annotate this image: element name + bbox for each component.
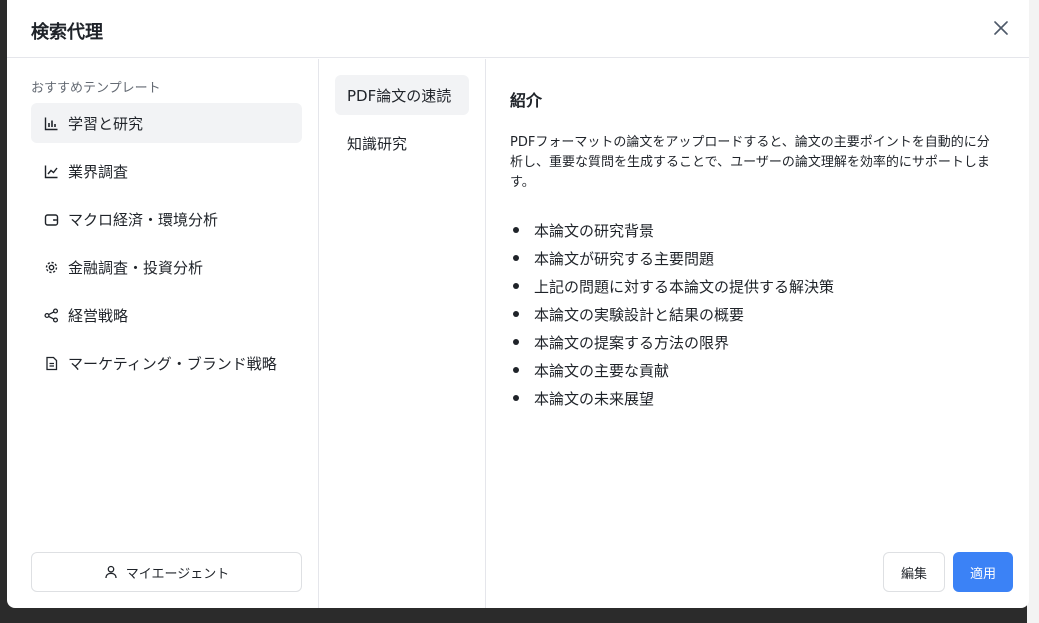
list-item: 上記の問題に対する本論文の提供する解決策 <box>510 272 1010 300</box>
dialog-title: 検索代理 <box>31 22 103 43</box>
category-label: マーケティング・ブランド戦略 <box>68 354 277 373</box>
list-item-text: 本論文の実験設計と結果の概要 <box>534 305 745 324</box>
bullet-icon <box>513 227 519 233</box>
my-agent-button[interactable]: マイエージェント <box>31 552 302 592</box>
category-label: 業界調査 <box>68 162 129 181</box>
list-item: 本論文の主要な貢献 <box>510 356 1010 384</box>
list-item: 本論文の未来展望 <box>510 384 1010 412</box>
bullet-icon <box>513 283 519 289</box>
section-label: おすすめテンプレート <box>31 81 161 96</box>
list-item: 本論文の研究背景 <box>510 216 1010 244</box>
category-item-macro-economy[interactable]: マクロ経済・環境分析 <box>31 199 302 239</box>
my-agent-label: マイエージェント <box>125 566 230 582</box>
bullet-icon <box>513 395 519 401</box>
list-item-text: 本論文が研究する主要問題 <box>534 249 715 268</box>
category-label: 学習と研究 <box>68 114 144 133</box>
line-chart-icon <box>43 163 59 179</box>
wallet-icon <box>43 211 59 227</box>
intro-heading: 紹介 <box>510 91 543 110</box>
category-label: マクロ経済・環境分析 <box>68 210 219 229</box>
template-item-pdf-speed-read[interactable]: PDF論文の速読 <box>335 75 469 115</box>
dialog-header: 検索代理 <box>7 0 1029 58</box>
category-label: 金融調査・投資分析 <box>68 258 204 277</box>
category-item-industry-research[interactable]: 業界調査 <box>31 151 302 191</box>
search-agent-dialog: 検索代理 おすすめテンプレート 学習と研究 業界調査 マクロ経済・環境分析 金融… <box>7 0 1029 608</box>
category-item-marketing-brand[interactable]: マーケティング・ブランド戦略 <box>31 343 302 383</box>
category-label: 経営戦略 <box>68 306 129 325</box>
list-item-text: 本論文の主要な貢献 <box>534 361 670 380</box>
list-item-text: 本論文の提案する方法の限界 <box>534 333 730 352</box>
close-button[interactable] <box>989 16 1013 40</box>
bullet-icon <box>513 367 519 373</box>
list-item-text: 本論文の研究背景 <box>534 221 655 240</box>
bullet-icon <box>513 255 519 261</box>
category-item-finance-investment[interactable]: 金融調査・投資分析 <box>31 247 302 287</box>
feature-list: 本論文の研究背景 本論文が研究する主要問題 上記の問題に対する本論文の提供する解… <box>510 216 1010 412</box>
category-list: 学習と研究 業界調査 マクロ経済・環境分析 金融調査・投資分析 経営戦略 マーケ… <box>31 103 302 391</box>
template-panel: PDF論文の速読 知識研究 <box>319 59 486 608</box>
bar-chart-icon <box>43 115 59 131</box>
detail-panel: 紹介 PDFフォーマットの論文をアップロードすると、論文の主要ポイントを自動的に… <box>486 59 1029 608</box>
list-item: 本論文が研究する主要問題 <box>510 244 1010 272</box>
list-item: 本論文の実験設計と結果の概要 <box>510 300 1010 328</box>
list-item-text: 上記の問題に対する本論文の提供する解決策 <box>534 277 835 296</box>
list-item-text: 本論文の未来展望 <box>534 389 655 408</box>
category-item-business-strategy[interactable]: 経営戦略 <box>31 295 302 335</box>
bullet-icon <box>513 311 519 317</box>
category-panel: おすすめテンプレート 学習と研究 業界調査 マクロ経済・環境分析 金融調査・投資… <box>7 59 319 608</box>
apply-button[interactable]: 適用 <box>953 552 1013 592</box>
template-label: PDF論文の速読 <box>347 86 452 105</box>
edit-button[interactable]: 編集 <box>883 552 945 592</box>
template-item-knowledge-research[interactable]: 知識研究 <box>335 123 469 163</box>
bullet-icon <box>513 339 519 345</box>
gear-icon <box>43 259 59 275</box>
share-icon <box>43 307 59 323</box>
close-icon <box>994 21 1008 35</box>
template-label: 知識研究 <box>347 134 408 153</box>
category-item-learning-research[interactable]: 学習と研究 <box>31 103 302 143</box>
list-item: 本論文の提案する方法の限界 <box>510 328 1010 356</box>
user-icon <box>105 565 117 579</box>
document-icon <box>43 355 59 371</box>
intro-description: PDFフォーマットの論文をアップロードすると、論文の主要ポイントを自動的に分析し… <box>510 135 990 190</box>
